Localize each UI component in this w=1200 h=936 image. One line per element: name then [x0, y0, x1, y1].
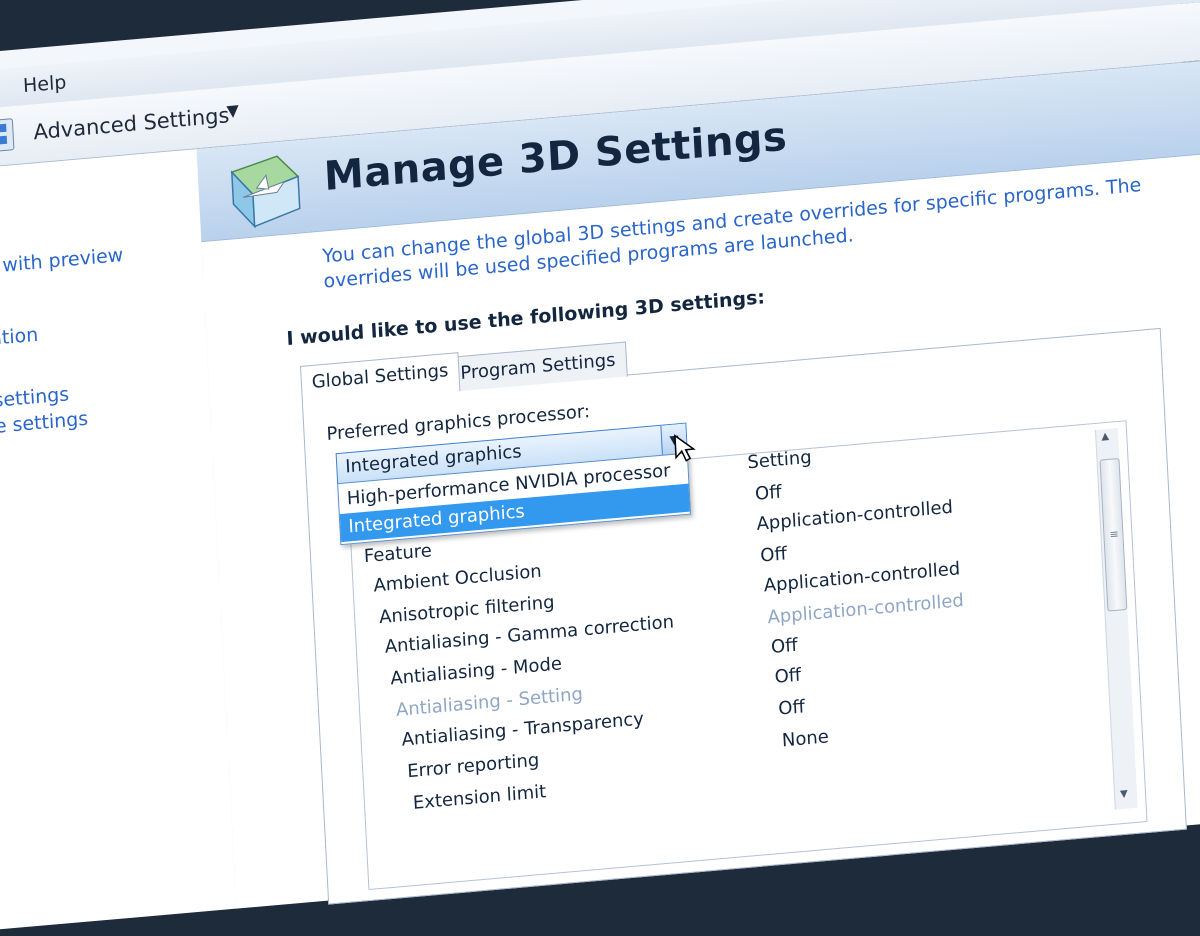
section-label: I would like to use the following 3D set…: [285, 286, 766, 351]
nav-link-settings[interactable]: settings: [0, 383, 70, 412]
table-row-setting[interactable]: Application-controlled: [763, 558, 960, 596]
table-row-feature[interactable]: Extension limit: [412, 781, 546, 814]
table-row-setting[interactable]: Off: [774, 665, 802, 688]
table-row-setting[interactable]: None: [781, 726, 829, 751]
advanced-settings-menu[interactable]: Advanced Settings: [33, 103, 230, 144]
view-grid-icon[interactable]: [0, 118, 15, 153]
nav-link-preview[interactable]: s with preview: [0, 244, 124, 278]
column-header-setting: Setting: [746, 446, 813, 474]
scroll-up-icon[interactable]: ▲: [1101, 431, 1109, 443]
settings-panel: Global Settings Program Settings Preferr…: [299, 327, 1187, 905]
grip-icon: ≡: [1109, 527, 1119, 542]
scrollbar-thumb[interactable]: ≡: [1099, 457, 1128, 612]
table-row-feature[interactable]: Error reporting: [407, 750, 540, 783]
menu-item-help[interactable]: Help: [23, 71, 67, 97]
nvidia-control-panel-window: gs Help Advanced Settings ▼ s with previ…: [0, 0, 1200, 933]
table-row-setting[interactable]: Off: [778, 696, 806, 719]
3d-settings-icon: [230, 155, 301, 229]
table-scrollbar[interactable]: ▲ ≡ ▼: [1094, 427, 1138, 810]
table-row-setting[interactable]: Off: [771, 635, 799, 658]
table-row-setting[interactable]: Application-controlled: [756, 497, 953, 535]
table-row-setting: Application-controlled: [766, 590, 965, 629]
mouse-pointer-icon: [674, 434, 696, 462]
table-row-setting[interactable]: Off: [760, 543, 788, 566]
table-row-feature[interactable]: Anisotropic filtering: [379, 592, 555, 628]
table-row-feature[interactable]: Ambient Occlusion: [373, 561, 542, 597]
nav-link-e-settings[interactable]: e settings: [0, 408, 89, 438]
nav-link-ation[interactable]: ation: [0, 324, 39, 350]
tab-global-settings[interactable]: Global Settings: [299, 352, 461, 405]
main-content: Manage 3D Settings You can change the gl…: [196, 56, 1200, 909]
chevron-down-icon[interactable]: ▼: [226, 100, 239, 120]
table-row-setting[interactable]: Off: [755, 482, 783, 505]
table-row-feature[interactable]: Antialiasing - Mode: [390, 653, 562, 689]
column-header-feature: Feature: [363, 540, 433, 568]
tab-program-settings[interactable]: Program Settings: [448, 341, 628, 393]
scroll-down-icon[interactable]: ▼: [1120, 789, 1128, 801]
